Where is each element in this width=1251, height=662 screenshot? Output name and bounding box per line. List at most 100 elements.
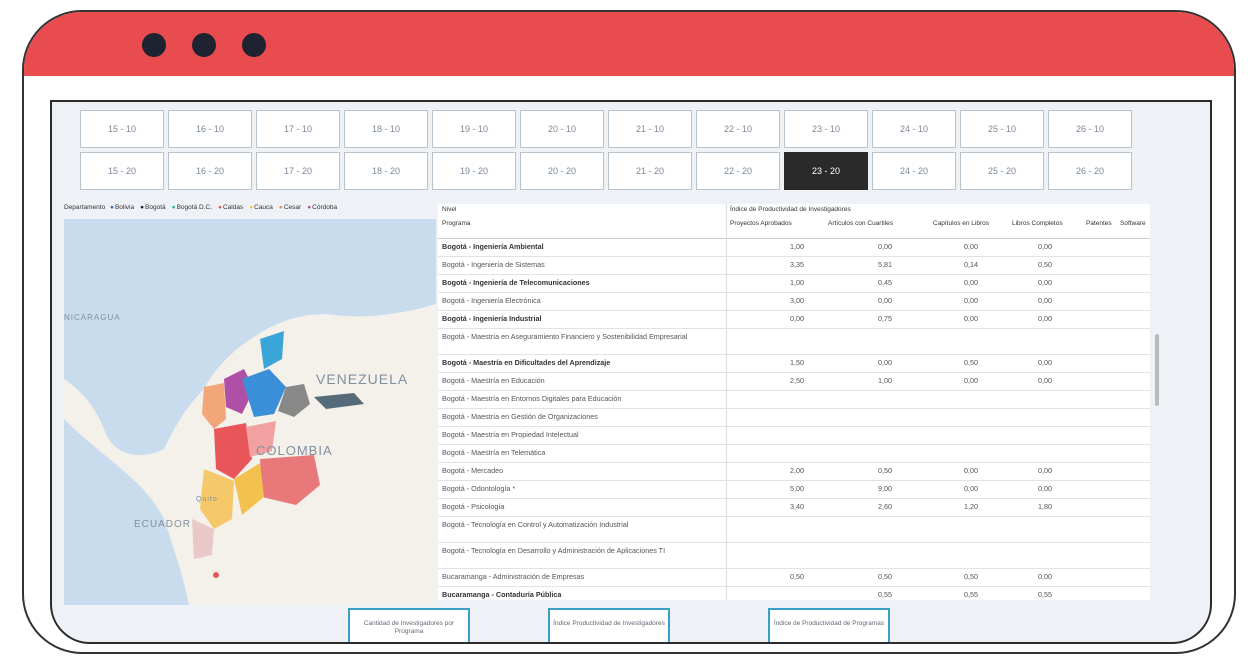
legend-item[interactable]: ●Cesar: [279, 204, 304, 211]
col-software[interactable]: Software: [1120, 220, 1146, 227]
metric-value: 0,14: [964, 260, 978, 269]
legend-item[interactable]: ●Córdoba: [307, 204, 340, 211]
period-button[interactable]: 16 - 10: [168, 110, 252, 148]
program-name: Bogotá - Ingeniería Ambiental: [442, 242, 544, 251]
metric-value: 1,00: [790, 242, 804, 251]
col-capitulos[interactable]: Capítulos en Libros: [933, 220, 989, 227]
period-button[interactable]: 17 - 10: [256, 110, 340, 148]
metric-value: 0,50: [1038, 260, 1052, 269]
header-name: Nivel: [442, 206, 457, 213]
table-row[interactable]: Bogotá - Ingeniería Electrónica 3,00 0,00 0…: [438, 293, 1150, 311]
period-button[interactable]: 20 - 20: [520, 152, 604, 190]
col-proyectos[interactable]: Proyectos Aprobados: [730, 220, 792, 227]
card-cantidad-investigadores[interactable]: Cantidad de Investigadores por Programa: [348, 608, 470, 642]
period-button[interactable]: 15 - 10: [80, 110, 164, 148]
table-row[interactable]: Bogotá - Ingeniería Ambiental 1,00 0,00 0,0…: [438, 239, 1150, 257]
period-filter-row-2: 15 - 20 16 - 20 17 - 20 18 - 20 19 - 20 20 - …: [80, 152, 1160, 190]
table-row[interactable]: Bogotá - Tecnología en Control y Automat…: [438, 517, 1150, 543]
window-dot-3[interactable]: [242, 33, 266, 57]
metric-value: 0,00: [964, 484, 978, 493]
period-button[interactable]: 18 - 10: [344, 110, 428, 148]
period-button[interactable]: 25 - 20: [960, 152, 1044, 190]
period-button[interactable]: 21 - 10: [608, 110, 692, 148]
period-button[interactable]: 16 - 20: [168, 152, 252, 190]
legend-item[interactable]: ●Bogotá D.C.: [172, 204, 215, 211]
program-name: Bogotá - Mercadeo: [442, 466, 504, 475]
period-button[interactable]: 22 - 10: [696, 110, 780, 148]
metric-value: 0,00: [1038, 466, 1052, 475]
map-canvas[interactable]: [64, 219, 436, 605]
col-articulos[interactable]: Artículos con Cuartiles: [828, 220, 893, 227]
map-label-venezuela: VENEZUELA: [316, 371, 409, 387]
metric-value: 0,00: [878, 242, 892, 251]
period-button[interactable]: 25 - 10: [960, 110, 1044, 148]
table-row[interactable]: Bogotá - Odontología * 5,00 9,00 0,00 0,00: [438, 481, 1150, 499]
table-row[interactable]: Bogotá - Maestría en Educación 2,50 1,00 0,…: [438, 373, 1150, 391]
period-button[interactable]: 18 - 20: [344, 152, 428, 190]
table-row[interactable]: Bogotá - Maestría en Entornos Digitales …: [438, 391, 1150, 409]
period-button[interactable]: 26 - 10: [1048, 110, 1132, 148]
table-row[interactable]: Bogotá - Maestría en Aseguramiento Finan…: [438, 329, 1150, 355]
table-row[interactable]: Bogotá - Maestría en Gestión de Organiza…: [438, 409, 1150, 427]
table-row[interactable]: Bogotá - Maestría en Telemática: [438, 445, 1150, 463]
col-libros[interactable]: Libros Completos: [1012, 220, 1063, 227]
period-button[interactable]: 24 - 20: [872, 152, 956, 190]
legend-dot-icon: ●: [218, 204, 222, 211]
program-name: Bogotá - Maestría en Entornos Digitales …: [442, 394, 622, 403]
legend-item[interactable]: ●Bogotá: [140, 204, 169, 211]
period-button[interactable]: 19 - 10: [432, 110, 516, 148]
table-row[interactable]: Bucaramanga - Contaduría Pública 0,55 0,55…: [438, 587, 1150, 600]
table-scrollbar[interactable]: [1155, 334, 1159, 406]
program-name: Bogotá - Tecnología en Control y Automat…: [442, 520, 629, 529]
period-button[interactable]: 17 - 20: [256, 152, 340, 190]
map-marker: [213, 572, 219, 578]
period-button[interactable]: 23 - 10: [784, 110, 868, 148]
table-row[interactable]: Bogotá - Ingeniería de Telecomunicacione…: [438, 275, 1150, 293]
legend-dot-icon: ●: [110, 204, 114, 211]
period-button[interactable]: 19 - 20: [432, 152, 516, 190]
metric-value: 0,50: [964, 572, 978, 581]
table-row[interactable]: Bogotá - Ingeniería Industrial 0,00 0,75 0,…: [438, 311, 1150, 329]
window-dot-1[interactable]: [142, 33, 166, 57]
metric-value: 0,00: [964, 466, 978, 475]
table-row[interactable]: Bucaramanga - Administración de Empresas…: [438, 569, 1150, 587]
table-row[interactable]: Bogotá - Maestría en Dificultades del Ap…: [438, 355, 1150, 373]
col-patentes[interactable]: Patentes: [1086, 220, 1112, 227]
period-button[interactable]: 20 - 10: [520, 110, 604, 148]
period-button[interactable]: 23 - 20: [784, 152, 868, 190]
table-row[interactable]: Bogotá - Mercadeo 2,00 0,50 0,00 0,00: [438, 463, 1150, 481]
period-button[interactable]: 26 - 20: [1048, 152, 1132, 190]
program-name: Bogotá - Maestría en Aseguramiento Finan…: [442, 332, 688, 341]
legend-item[interactable]: ●Bolivia: [110, 204, 137, 211]
legend-item[interactable]: ●Caldas: [218, 204, 246, 211]
card-indice-investigadores[interactable]: Índice Productividad de Investigadores: [548, 608, 670, 642]
metric-value: 1,00: [790, 278, 804, 287]
table-row[interactable]: Bogotá - Psicología 3,40 2,60 1,20 1,80: [438, 499, 1150, 517]
browser-frame: 15 - 10 16 - 10 17 - 10 18 - 10 19 - 10 20 - …: [22, 10, 1236, 654]
legend-dot-icon: ●: [249, 204, 254, 211]
legend-dot-icon: ●: [171, 204, 176, 211]
map-label-ecuador: ECUADOR: [134, 519, 192, 530]
map-label-colombia: COLOMBIA: [256, 443, 333, 458]
card-indice-programas[interactable]: Índice de Productividad de Programas: [768, 608, 890, 642]
table-row[interactable]: Bogotá - Maestría en Propiedad Intelectu…: [438, 427, 1150, 445]
period-button[interactable]: 24 - 10: [872, 110, 956, 148]
map-legend: Departamento ●Bolivia ●Bogotá ●Bogotá D.C.…: [64, 204, 434, 216]
period-button[interactable]: 22 - 20: [696, 152, 780, 190]
map-label-nicaragua: NICARAGUA: [64, 313, 121, 322]
legend-item[interactable]: ●Cauca: [249, 204, 276, 211]
legend-item-label: Bogotá: [145, 204, 166, 211]
colombia-map[interactable]: VENEZUELA COLOMBIA ECUADOR NICARAGUA Qui…: [64, 219, 436, 605]
program-name: Bucaramanga - Administración de Empresas: [442, 572, 585, 581]
program-name: Bogotá - Maestría en Telemática: [442, 448, 546, 457]
window-dot-2[interactable]: [192, 33, 216, 57]
table-row[interactable]: Bogotá - Ingeniería de Sistemas 3,35 5,81 0…: [438, 257, 1150, 275]
table-row[interactable]: Bogotá - Tecnología en Desarrollo y Admi…: [438, 543, 1150, 569]
header-group: Índice de Productividad de Investigadore…: [730, 206, 851, 213]
program-name: Bogotá - Odontología *: [442, 484, 516, 493]
program-name: Bogotá - Ingeniería Industrial: [442, 314, 542, 323]
window-titlebar: [24, 12, 1234, 76]
period-button[interactable]: 21 - 20: [608, 152, 692, 190]
metric-value: 2,50: [790, 376, 804, 385]
period-button[interactable]: 15 - 20: [80, 152, 164, 190]
